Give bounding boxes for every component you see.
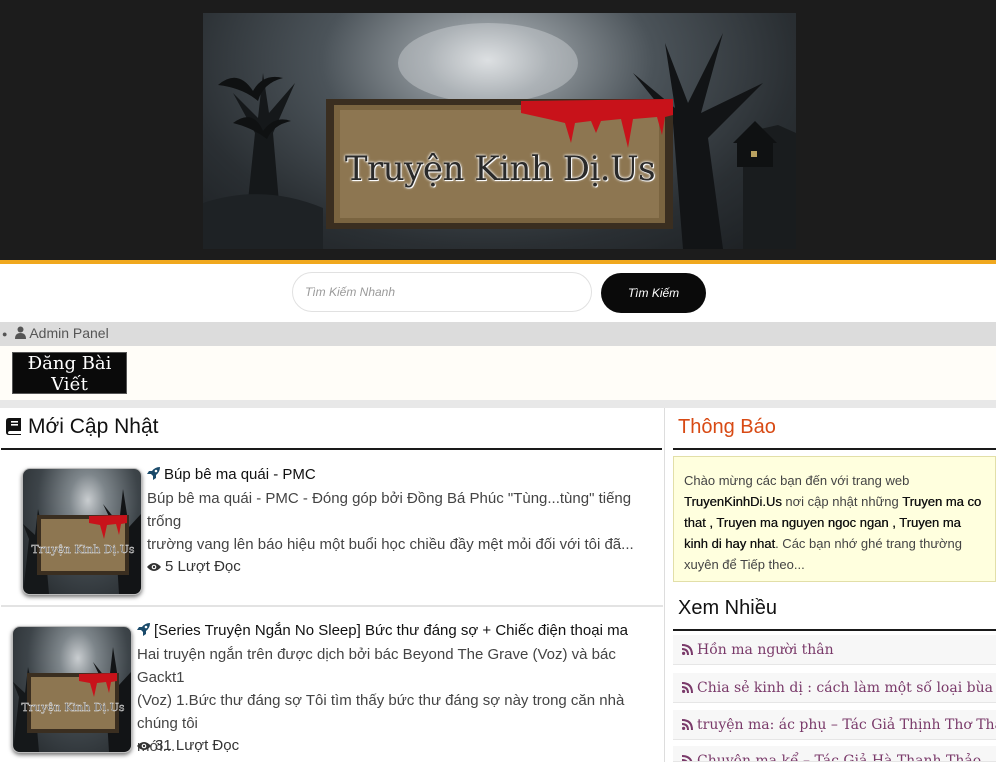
rss-icon xyxy=(682,682,693,693)
post-excerpt: Búp bê ma quái - PMC - Đóng góp bởi Đồng… xyxy=(147,487,652,556)
search-input[interactable] xyxy=(292,272,592,312)
post-title: Búp bê ma quái - PMC xyxy=(164,466,316,483)
view-count-text: 31 Lượt Đọc xyxy=(155,737,240,754)
banner-artwork xyxy=(203,23,796,249)
create-post-button[interactable]: Đăng Bài Viết xyxy=(12,352,127,395)
post-title-link[interactable]: Búp bê ma quái - PMC xyxy=(147,466,316,483)
heading-rule xyxy=(1,448,662,450)
notice-site-name: TruyenKinhDi.Us xyxy=(684,494,782,509)
rocket-icon xyxy=(147,467,160,480)
notice-box: Chào mừng các bạn đến với trang web Truy… xyxy=(673,456,996,582)
book-icon xyxy=(6,418,21,435)
popular-heading: Xem Nhiều xyxy=(678,597,777,619)
post-area xyxy=(0,346,996,400)
view-count: 31 Lượt Đọc xyxy=(137,737,239,754)
rocket-icon xyxy=(137,623,150,636)
notice-rule xyxy=(673,448,996,450)
thumbnail-artwork: Truyện Kinh Dị.Us xyxy=(23,489,141,594)
post-title: [Series Truyện Ngắn No Sleep] Bức thư đá… xyxy=(154,622,628,639)
notice-text: nơi cập nhật những xyxy=(781,494,903,509)
thumbnail-artwork: Truyện Kinh Dị.Us xyxy=(13,647,131,752)
bullet-icon: ● xyxy=(2,329,8,340)
popular-item-label: truyện ma: ác phụ – Tác Giả Thịnh Thơ Th… xyxy=(697,717,996,733)
latest-updates-heading: Mới Cập Nhật xyxy=(6,415,158,439)
post-thumbnail[interactable]: Truyện Kinh Dị.Us xyxy=(22,468,142,595)
notice-text: Chào mừng các bạn đến với trang web xyxy=(684,473,910,488)
latest-updates-title: Mới Cập Nhật xyxy=(28,415,159,438)
admin-panel-link[interactable]: ● Admin Panel xyxy=(2,325,109,341)
search-button[interactable]: Tìm Kiếm xyxy=(601,273,706,313)
popular-item-label: Chuyện ma kể – Tác Giả Hà Thanh Thảo xyxy=(697,753,982,762)
svg-text:Truyện Kinh Dị.Us: Truyện Kinh Dị.Us xyxy=(31,543,134,556)
section-separator xyxy=(0,400,996,408)
eye-icon xyxy=(137,742,151,750)
excerpt-line: Hai truyện ngắn trên được dịch bởi bác B… xyxy=(137,646,616,686)
view-count: 5 Lượt Đọc xyxy=(147,558,241,575)
popular-item[interactable]: Chia sẻ kinh dị : cách làm một số loại b… xyxy=(673,673,996,703)
popular-item[interactable]: truyện ma: ác phụ – Tác Giả Thịnh Thơ Th… xyxy=(673,710,996,740)
view-count-text: 5 Lượt Đọc xyxy=(165,558,241,575)
banner-title: Truyện Kinh Dị.Us xyxy=(344,149,656,189)
post-divider xyxy=(1,605,663,607)
popular-item[interactable]: Hồn ma người thân xyxy=(673,635,996,665)
admin-panel-label: Admin Panel xyxy=(29,325,109,341)
rss-icon xyxy=(682,644,693,655)
excerpt-line: Búp bê ma quái - PMC - Đóng góp bởi Đồng… xyxy=(147,490,632,530)
post-title-link[interactable]: [Series Truyện Ngắn No Sleep] Bức thư đá… xyxy=(137,622,628,639)
popular-item-label: Hồn ma người thân xyxy=(697,642,834,658)
svg-text:Truyện Kinh Dị.Us: Truyện Kinh Dị.Us xyxy=(21,701,124,714)
admin-strip xyxy=(0,322,996,346)
excerpt-line: trường vang lên báo hiệu một buổi học ch… xyxy=(147,536,634,553)
user-icon xyxy=(15,326,27,339)
rss-icon xyxy=(682,755,693,761)
popular-rule xyxy=(673,629,996,631)
site-banner[interactable]: Truyện Kinh Dị.Us xyxy=(203,13,796,249)
eye-icon xyxy=(147,563,161,571)
popular-item[interactable]: Chuyện ma kể – Tác Giả Hà Thanh Thảo xyxy=(673,746,996,762)
rss-icon xyxy=(682,719,693,730)
post-thumbnail[interactable]: Truyện Kinh Dị.Us xyxy=(12,626,132,753)
notice-heading: Thông Báo xyxy=(678,416,776,438)
excerpt-line: (Voz) 1.Bức thư đáng sợ Tôi tìm thấy bức… xyxy=(137,692,625,732)
popular-item-label: Chia sẻ kinh dị : cách làm một số loại b… xyxy=(697,680,993,696)
